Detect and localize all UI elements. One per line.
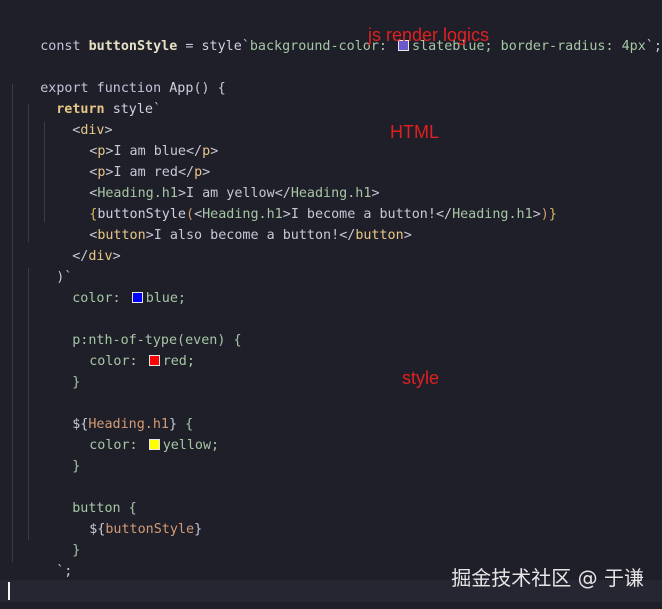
function-name: style [112, 102, 153, 117]
code-line-7[interactable]: <p>I am red</p> [57, 141, 210, 180]
tag-name: button [355, 228, 404, 243]
interpolation-end: } [194, 522, 203, 537]
tag-name: div [88, 249, 113, 264]
code-line-21[interactable]: } [40, 435, 80, 474]
code-line-4[interactable]: return style` [24, 78, 161, 117]
color-swatch-icon[interactable] [131, 292, 143, 303]
component-name: Heading.h1 [452, 207, 533, 222]
backtick: ` [241, 39, 250, 54]
color-swatch-icon[interactable] [148, 439, 160, 450]
identifier: buttonStyle [105, 522, 195, 537]
statement-end: `; [645, 39, 662, 54]
punctuation: `; [56, 564, 73, 579]
watermark: 掘金技术社区 @ 于谦 [451, 566, 644, 590]
tag-bracket: </ [339, 228, 356, 243]
tag-bracket: > [532, 207, 541, 222]
code-line-5[interactable]: <div> [40, 99, 112, 138]
code-line-26[interactable]: `; [24, 540, 72, 579]
code-line-23[interactable]: button { [40, 477, 137, 516]
keyword: const [40, 39, 89, 54]
code-line-8[interactable]: <Heading.h1>I am yellow</Heading.h1> [57, 162, 379, 201]
tag-bracket: > [210, 144, 219, 159]
code-line-19[interactable]: ${Heading.h1} { [40, 393, 193, 432]
indent-guide [12, 84, 13, 562]
code-line-12[interactable]: )` [24, 246, 72, 285]
annotation-style: style [402, 368, 440, 388]
tag-bracket: </ [435, 207, 453, 222]
code-line-11[interactable]: </div> [40, 225, 120, 264]
code-line-20[interactable]: color: yellow; [57, 414, 219, 453]
punctuation: () { [193, 81, 226, 96]
code-line-9[interactable]: {buttonStyle(<Heading.h1>I become a butt… [57, 183, 557, 222]
annotation-html: HTML [390, 122, 439, 142]
tag-bracket: </ [72, 249, 89, 264]
code-line-17[interactable]: } [40, 351, 80, 390]
tag-bracket: > [112, 249, 121, 264]
operator: = [177, 39, 202, 54]
code-line-3[interactable]: export function App() { [8, 57, 225, 96]
paren: ) [540, 207, 549, 222]
code-line-25[interactable]: } [40, 519, 80, 558]
tag-bracket: > [145, 228, 154, 243]
code-line-16[interactable]: color: red; [57, 330, 195, 369]
interpolation-start: ${ [89, 522, 106, 537]
css-property: color: [89, 354, 146, 369]
punctuation: ` [153, 102, 162, 117]
code-line-13[interactable]: color: blue; [40, 267, 186, 306]
tag-bracket: > [403, 228, 412, 243]
css-value: red; [162, 354, 195, 369]
code-line-10[interactable]: <button>I also become a button!</button> [57, 204, 412, 243]
function-name: App [169, 81, 194, 96]
code-editor[interactable]: const buttonStyle = style`background-col… [0, 0, 662, 609]
brace: } [548, 207, 557, 222]
annotation-js-render: js render logics [368, 25, 490, 45]
color-swatch-icon[interactable] [148, 355, 160, 366]
brace: } [72, 459, 81, 474]
css-value: blue; [145, 291, 186, 306]
identifier: buttonStyle [88, 39, 178, 54]
code-line-15[interactable]: p:nth-of-type(even) { [40, 309, 241, 348]
jsx-text: I also become a button! [153, 228, 340, 243]
css-property: color: [89, 438, 146, 453]
text-caret [8, 582, 10, 600]
code-line-1[interactable]: const buttonStyle = style`background-col… [8, 15, 662, 54]
code-line-6[interactable]: <p>I am blue</p> [57, 120, 218, 159]
code-line-24[interactable]: ${buttonStyle} [57, 498, 202, 537]
brace: } [72, 375, 81, 390]
css-property: color: [72, 291, 129, 306]
css-value: yellow; [162, 438, 220, 453]
code-line-27[interactable]: } [8, 561, 48, 600]
function-name: style [201, 39, 242, 54]
brace: } [72, 543, 81, 558]
